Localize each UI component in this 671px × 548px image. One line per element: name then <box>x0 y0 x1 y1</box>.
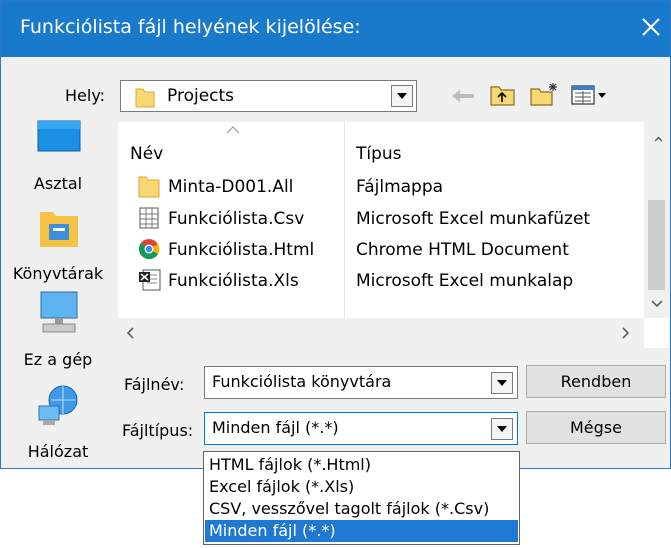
scroll-left-icon[interactable] <box>126 327 134 339</box>
horizontal-scrollbar[interactable] <box>118 318 644 348</box>
libraries-icon <box>40 212 78 247</box>
desktop-icon <box>37 120 81 152</box>
back-arrow-icon[interactable] <box>450 88 476 104</box>
ok-button[interactable]: Rendben <box>526 365 666 398</box>
look-in-value: Projects <box>167 86 235 106</box>
close-icon[interactable] <box>637 13 665 41</box>
filetype-dropdown-button[interactable] <box>491 418 513 440</box>
scroll-up-icon[interactable]: ⌃ <box>651 134 666 155</box>
file-row[interactable]: Funkciólista.Csv Microsoft Excel munkafü… <box>128 205 648 233</box>
xls-file-icon <box>139 269 161 291</box>
file-dialog: Funkciólista fájl helyének kijelölése: H… <box>0 0 671 469</box>
chevron-down-icon <box>497 426 507 432</box>
sort-ascending-icon <box>226 126 240 134</box>
new-folder-icon[interactable] <box>530 81 560 107</box>
place-this-pc[interactable]: Ez a gép <box>1 288 115 370</box>
places-bar: Asztal Könyvtárak Ez a gép Hálózat <box>1 114 115 468</box>
filetype-combo[interactable]: Minden fájl (*.*) <box>204 412 518 445</box>
look-in-label: Hely: <box>65 86 106 105</box>
computer-icon <box>40 291 78 333</box>
column-header-type[interactable]: Típus <box>356 144 402 164</box>
filetype-option[interactable]: Excel fájlok (*.Xls) <box>205 476 518 498</box>
look-in-combo[interactable]: Projects <box>120 80 417 112</box>
filename-label: Fájlnév: <box>124 375 185 394</box>
file-row[interactable]: Funkciólista.Html Chrome HTML Document <box>128 236 648 264</box>
filetype-dropdown-list[interactable]: HTML fájlok (*.Html) Excel fájlok (*.Xls… <box>203 451 520 545</box>
place-desktop[interactable]: Asztal <box>1 114 115 194</box>
filename-dropdown-button[interactable] <box>491 372 513 394</box>
look-in-dropdown-button[interactable] <box>391 85 413 107</box>
dialog-title: Funkciólista fájl helyének kijelölése: <box>20 16 361 38</box>
file-row[interactable]: Funkciólista.Xls Microsoft Excel munkala… <box>128 267 648 295</box>
folder-icon <box>138 176 160 198</box>
view-menu-icon[interactable] <box>571 84 609 106</box>
file-row[interactable]: Minta-D001.All Fájlmappa <box>128 173 648 201</box>
filetype-value: Minden fájl (*.*) <box>212 418 339 437</box>
chevron-down-icon <box>497 380 507 386</box>
title-bar: Funkciólista fájl helyének kijelölése: <box>1 1 670 57</box>
folder-icon <box>135 88 155 108</box>
file-list-view[interactable]: Név Típus Minta-D001.All Fájlmappa Funkc… <box>118 122 669 348</box>
filename-input[interactable]: Funkciólista könyvtára <box>212 372 391 391</box>
vertical-scrollbar[interactable]: ⌃ <box>644 122 669 318</box>
network-icon <box>38 385 78 425</box>
up-folder-icon[interactable] <box>490 83 516 107</box>
filetype-option[interactable]: HTML fájlok (*.Html) <box>205 454 518 476</box>
column-header-name[interactable]: Név <box>130 144 163 164</box>
filetype-label: Fájltípus: <box>122 421 194 440</box>
scroll-thumb[interactable] <box>648 200 665 290</box>
scroll-down-icon[interactable] <box>651 300 663 308</box>
chrome-icon <box>139 239 160 260</box>
filetype-option-selected[interactable]: Minden fájl (*.*) <box>205 520 518 542</box>
filename-combo[interactable]: Funkciólista könyvtára <box>204 366 518 399</box>
scroll-right-icon[interactable] <box>622 327 630 339</box>
place-libraries[interactable]: Könyvtárak <box>1 204 115 286</box>
cancel-button[interactable]: Mégse <box>526 411 666 444</box>
place-network[interactable]: Hálózat <box>1 380 115 466</box>
filetype-option[interactable]: CSV, vesszővel tagolt fájlok (*.Csv) <box>205 498 518 520</box>
csv-file-icon <box>139 207 159 229</box>
chevron-down-icon <box>397 93 407 99</box>
